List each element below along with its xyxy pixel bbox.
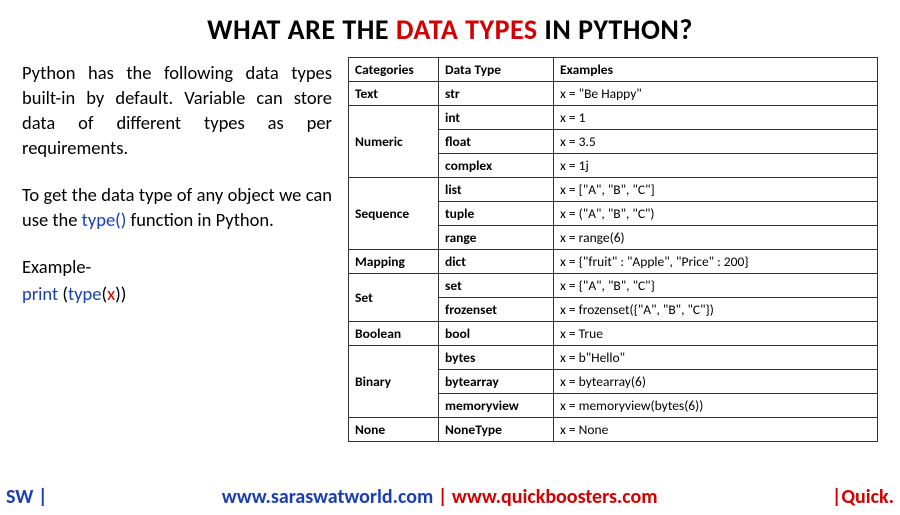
datatype-cell: memoryview [439,394,554,418]
table-row: NoneNoneTypex = None [349,418,878,442]
datatype-cell: range [439,226,554,250]
example-cell: x = 1 [554,106,878,130]
example-block: Example- print (type(x)) [22,255,332,307]
type-function-ref: type() [82,208,127,231]
footer-quick: |Quick. [832,485,894,509]
datatype-cell: bytes [439,346,554,370]
datatype-cell: complex [439,154,554,178]
table-row: Sequencelistx = ["A", "B", "C"] [349,178,878,202]
example-cell: x = None [554,418,878,442]
category-cell: Sequence [349,178,439,250]
datatype-cell: str [439,82,554,106]
example-code: print (type(x)) [22,282,332,307]
footer-sw: SW | [6,485,47,509]
footer-bar: SW | www.saraswatworld.com | www.quickbo… [0,485,900,509]
example-cell: x = memoryview(bytes(6)) [554,394,878,418]
example-cell: x = 3.5 [554,130,878,154]
intro-paragraph: Python has the following data types buil… [22,61,332,161]
table-row: Booleanboolx = True [349,322,878,346]
example-cell: x = b"Hello" [554,346,878,370]
datatype-cell: dict [439,250,554,274]
example-cell: x = frozenset({"A", "B", "C"}) [554,298,878,322]
datatype-table: Categories Data Type Examples Textstrx =… [348,57,878,442]
example-cell: x = ("A", "B", "C") [554,202,878,226]
title-post: IN PYTHON? [538,12,693,47]
datatype-cell: int [439,106,554,130]
category-cell: Text [349,82,439,106]
datatype-cell: bool [439,322,554,346]
footer-urls: www.saraswatworld.com | www.quickbooster… [222,485,658,509]
table-row: Textstrx = "Be Happy" [349,82,878,106]
table-header-row: Categories Data Type Examples [349,58,878,82]
table-row: Mappingdictx = {"fruit" : "Apple", "Pric… [349,250,878,274]
example-cell: x = {"fruit" : "Apple", "Price" : 200} [554,250,878,274]
example-cell: x = 1j [554,154,878,178]
footer-url-2: www.quickboosters.com [452,485,658,509]
category-cell: Mapping [349,250,439,274]
datatype-table-panel: Categories Data Type Examples Textstrx =… [348,57,878,442]
datatype-cell: set [439,274,554,298]
example-cell: x = bytearray(6) [554,370,878,394]
datatype-cell: frozenset [439,298,554,322]
slide-title: WHAT ARE THE DATA TYPES IN PYTHON? [22,12,878,47]
example-cell: x = True [554,322,878,346]
table-row: Setsetx = {"A", "B", "C"} [349,274,878,298]
col-examples: Examples [554,58,878,82]
table-row: Binarybytesx = b"Hello" [349,346,878,370]
title-emphasis: DATA TYPES [396,12,538,47]
category-cell: Binary [349,346,439,418]
category-cell: Numeric [349,106,439,178]
example-cell: x = ["A", "B", "C"] [554,178,878,202]
col-categories: Categories [349,58,439,82]
category-cell: None [349,418,439,442]
category-cell: Set [349,274,439,322]
datatype-cell: list [439,178,554,202]
description-panel: Python has the following data types buil… [22,57,332,442]
example-label: Example- [22,255,332,280]
title-pre: WHAT ARE THE [207,12,396,47]
datatype-cell: NoneType [439,418,554,442]
datatype-cell: bytearray [439,370,554,394]
category-cell: Boolean [349,322,439,346]
footer-url-1: www.saraswatworld.com [222,485,434,509]
example-cell: x = "Be Happy" [554,82,878,106]
table-row: Numericintx = 1 [349,106,878,130]
example-cell: x = {"A", "B", "C"} [554,274,878,298]
type-paragraph: To get the data type of any object we ca… [22,183,332,233]
col-datatype: Data Type [439,58,554,82]
datatype-cell: float [439,130,554,154]
example-cell: x = range(6) [554,226,878,250]
datatype-cell: tuple [439,202,554,226]
